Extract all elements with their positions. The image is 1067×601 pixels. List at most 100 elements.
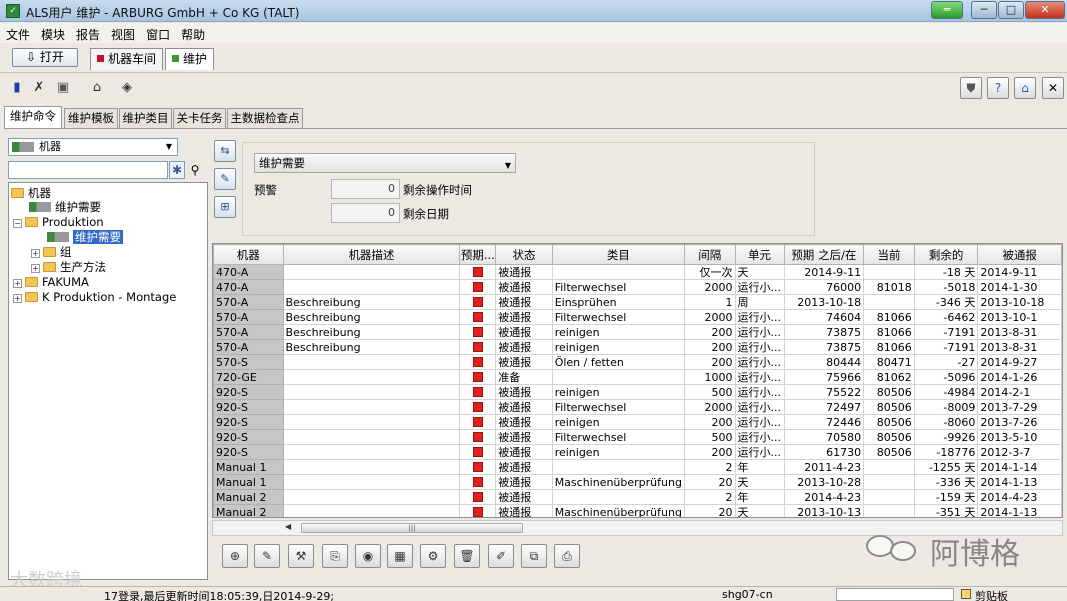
table-row[interactable]: 920-S 被通报 Filterwechsel 500 运行小... 70580 80506…	[213, 429, 1062, 445]
table-row[interactable]: Manual 1 被通报 Maschinenüberprüfung 20 天 2013-1…	[213, 474, 1062, 490]
tab-maintenance-categories[interactable]: 维护类目	[119, 108, 172, 128]
filter-apply-icon[interactable]: ⊞	[214, 196, 236, 218]
wrench-x-icon[interactable]: ✗	[30, 79, 48, 97]
tab-maintenance-orders[interactable]: 维护命令	[4, 106, 62, 128]
table-row[interactable]: 570-A Beschreibung 被通报 Filterwechsel 2000 运行小…	[213, 309, 1062, 325]
tree-node-maintenance-needed[interactable]: 维护需要	[29, 200, 101, 215]
table-row[interactable]: 920-S 被通报 reinigen 500 运行小... 75522 80506 -4984…	[213, 384, 1062, 400]
table-row[interactable]: Manual 1 被通报 2 年 2011-4-23 -1255 天 2014-1-14	[213, 459, 1062, 475]
tree-node-produktion[interactable]: − Produktion	[13, 215, 104, 230]
column-header[interactable]: 间隔	[683, 244, 736, 265]
edit-icon[interactable]: ✎	[254, 544, 280, 568]
delete-icon[interactable]: 🗑	[454, 544, 480, 568]
column-header[interactable]: 类目	[551, 244, 685, 265]
table-row[interactable]: 470-A 被通报 仅一次天 2014-9-11 -18 天 2014-9-11	[213, 264, 1062, 280]
home-up-icon[interactable]: ⌂	[88, 79, 106, 97]
remaining-time-field[interactable]: 0	[331, 179, 400, 199]
table-row[interactable]: 470-A 被通报 Filterwechsel 2000 运行小... 76000 8101…	[213, 279, 1062, 295]
expand-icon[interactable]: +	[31, 264, 40, 273]
doctab-machine-shop[interactable]: 机器车间	[90, 48, 164, 70]
expand-icon[interactable]: +	[31, 249, 40, 258]
tree-node-machines[interactable]: 机器	[11, 186, 51, 201]
column-header[interactable]: 单元	[734, 244, 785, 265]
column-header[interactable]: 预期...	[459, 244, 497, 265]
table-row[interactable]: Manual 2 被通报 Maschinenüberprüfung 20 天 2013-1…	[213, 504, 1062, 517]
close-window-button[interactable]: ✕	[1025, 1, 1065, 19]
table-cell: 被通报	[495, 324, 553, 340]
status-green-button[interactable]: ═	[931, 1, 963, 19]
table-row[interactable]: 570-A Beschreibung 被通报 reinigen 200 运行小... 738…	[213, 339, 1062, 355]
filter-select[interactable]: 维护需要 ▼	[254, 153, 516, 173]
tree-node-group[interactable]: + 组	[31, 245, 72, 260]
tab-master-checkpoints[interactable]: 主数据检查点	[227, 108, 303, 128]
table-row[interactable]: 570-A Beschreibung 被通报 Einsprühen 1 周 2013-10-…	[213, 294, 1062, 310]
print-icon[interactable]: ⎙	[554, 544, 580, 568]
column-header[interactable]: 状态	[495, 244, 553, 265]
column-header[interactable]: 当前	[863, 244, 915, 265]
scroll-left-icon[interactable]: ◀	[285, 522, 291, 531]
new-order-icon[interactable]: ⊕	[222, 544, 248, 568]
refresh-list-icon[interactable]: ⇆	[214, 140, 236, 162]
expand-icon[interactable]: +	[13, 279, 22, 288]
machine-tool-icon[interactable]: ▣	[54, 79, 72, 97]
table-row[interactable]: Manual 2 被通报 2 年 2014-4-23 -159 天 2014-4-23	[213, 489, 1062, 505]
tree-node-fakuma[interactable]: + FAKUMA	[13, 275, 89, 290]
expand-icon[interactable]: +	[13, 294, 22, 303]
doctab-maintenance[interactable]: 维护	[165, 48, 215, 70]
column-header[interactable]: 机器描述	[282, 244, 461, 265]
red-status-icon	[472, 326, 483, 337]
settings-icon[interactable]: ⚙	[420, 544, 446, 568]
tree-node-selected-maintenance[interactable]: 维护需要	[47, 230, 123, 245]
notes-icon[interactable]: ✐	[488, 544, 514, 568]
column-header[interactable]: 预期 之后/在	[783, 244, 865, 265]
table-cell	[282, 369, 461, 385]
scroll-thumb[interactable]: |||	[301, 523, 523, 533]
blue-flag-icon[interactable]: ▮	[8, 79, 26, 97]
table-cell: 200	[683, 444, 736, 460]
close-icon[interactable]: ✕	[1042, 77, 1064, 99]
object-type-select[interactable]: 机器 ▼	[8, 138, 178, 156]
disk-icon[interactable]: ◉	[355, 544, 381, 568]
help-icon[interactable]: ?	[987, 77, 1009, 99]
status-select[interactable]	[836, 588, 954, 601]
table-cell: 61730	[783, 444, 865, 460]
menu-file[interactable]: 文件	[0, 23, 35, 43]
table-cell: 运行小...	[734, 444, 785, 460]
menu-window[interactable]: 窗口	[140, 23, 175, 43]
menu-report[interactable]: 报告	[70, 23, 105, 43]
binoculars-icon[interactable]: ⚲	[186, 161, 204, 179]
remaining-date-field[interactable]: 0	[331, 203, 400, 223]
menu-module[interactable]: 模块	[35, 23, 70, 43]
menu-help[interactable]: 帮助	[175, 23, 210, 43]
table-cell: 被通报	[495, 489, 553, 505]
table-row[interactable]: 570-S 被通报 Ölen / fetten 200 运行小... 80444 80471…	[213, 354, 1062, 370]
table-row[interactable]: 570-A Beschreibung 被通报 reinigen 200 运行小... 738…	[213, 324, 1062, 340]
tree-node-k-produktion[interactable]: + K Produktion - Montage	[13, 290, 176, 305]
wildcard-icon[interactable]: ✱	[169, 161, 185, 179]
home-icon[interactable]: ⌂	[1014, 77, 1036, 99]
column-header[interactable]: 机器	[213, 244, 284, 265]
table-row[interactable]: 920-S 被通报 Filterwechsel 2000 运行小... 72497 8050…	[213, 399, 1062, 415]
table-row[interactable]: 720-GE 准备 1000 运行小... 75966 81062 -5096 2014-1-…	[213, 369, 1062, 385]
tab-checkpoint-tasks[interactable]: 关卡任务	[173, 108, 226, 128]
minimize-button[interactable]: ─	[971, 1, 997, 19]
menu-view[interactable]: 视图	[105, 23, 140, 43]
copy-icon[interactable]: ⧉	[521, 544, 547, 568]
table-cell	[282, 474, 461, 490]
open-button[interactable]: ⇩ 打开	[12, 48, 78, 67]
diamond-arrows-icon[interactable]: ◈	[118, 79, 136, 97]
collapse-icon[interactable]: −	[13, 219, 22, 228]
table-row[interactable]: 920-S 被通报 reinigen 200 运行小... 61730 80506 -1877…	[213, 444, 1062, 460]
column-header[interactable]: 被通报	[977, 244, 1062, 265]
shield-icon[interactable]: ⛊	[960, 77, 982, 99]
tab-maintenance-templates[interactable]: 维护模板	[64, 108, 118, 128]
machine-group-icon[interactable]: ▦	[387, 544, 413, 568]
report-edit-icon[interactable]: ⎘	[322, 544, 348, 568]
tools-icon[interactable]: ⚒	[288, 544, 314, 568]
filter-edit-icon[interactable]: ✎	[214, 168, 236, 190]
maximize-button[interactable]: □	[998, 1, 1024, 19]
column-header[interactable]: 剩余的	[913, 244, 979, 265]
table-row[interactable]: 920-S 被通报 reinigen 200 运行小... 72446 80506 -8060…	[213, 414, 1062, 430]
tree-node-production-method[interactable]: + 生产方法	[31, 260, 106, 275]
search-input[interactable]	[8, 161, 168, 179]
